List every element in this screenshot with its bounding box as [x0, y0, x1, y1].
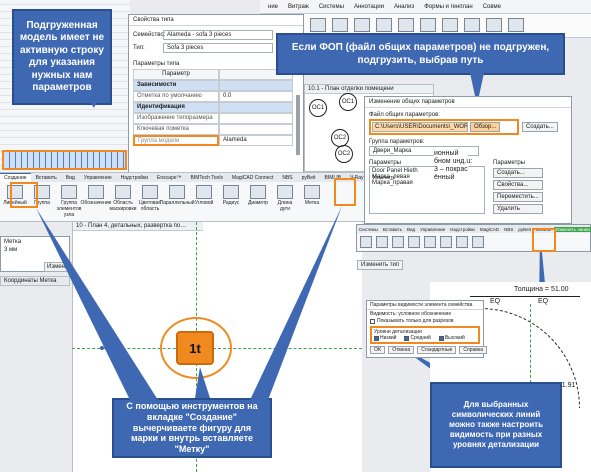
- ribbon2-tab[interactable]: NBS: [502, 227, 515, 232]
- coarse-label: Низкий: [380, 335, 397, 341]
- ribbon2-tab[interactable]: Управление: [418, 227, 447, 232]
- ribbon2-tab[interactable]: pyBeit: [516, 227, 533, 232]
- ok-button[interactable]: OK: [370, 346, 386, 354]
- callout-symbolic-lines-text: Для выбранных символических линий можно …: [449, 400, 543, 449]
- tool-icon[interactable]: [408, 236, 420, 248]
- thickness-label: Толщина = 51.00: [514, 286, 569, 293]
- fine-label: Высокий: [444, 335, 465, 341]
- tool-icon[interactable]: [376, 236, 388, 248]
- tool-icon[interactable]: [440, 236, 452, 248]
- visibility-title: Параметры видимости элемента семейства: [367, 301, 483, 310]
- ribbon2-tab[interactable]: Вставить: [381, 227, 404, 232]
- ribbon2-tab[interactable]: Надстройки: [448, 227, 477, 232]
- eq-label: EQ: [538, 298, 549, 305]
- visibility-tool-highlight: [532, 228, 556, 252]
- ribbon2-tab[interactable]: Вид: [405, 227, 417, 232]
- tool-icon[interactable]: [392, 236, 404, 248]
- cancel-button[interactable]: Отмена: [388, 346, 415, 354]
- ribbon2-tab[interactable]: Изменить линии: [553, 226, 591, 232]
- defaults-button[interactable]: Стандартные: [417, 346, 457, 354]
- arrow-to-label: [250, 206, 342, 400]
- modify-type-dropdown[interactable]: Изменить тип: [357, 260, 404, 270]
- checkbox-coarse[interactable]: [374, 335, 379, 341]
- tool-icon[interactable]: [456, 236, 468, 248]
- medium-label: Средний: [410, 335, 431, 341]
- eq-label: EQ: [490, 298, 501, 305]
- check-plan-label: Показывать только для разрезов: [377, 318, 454, 324]
- help-button[interactable]: Справка: [459, 346, 487, 354]
- ribbon2-tab[interactable]: Системы: [357, 227, 380, 232]
- ribbon2-tab[interactable]: MagiCAD: [478, 227, 501, 232]
- checkbox[interactable]: [370, 318, 375, 324]
- tool-icon[interactable]: [424, 236, 436, 248]
- checkbox-fine[interactable]: [438, 335, 444, 341]
- detail-levels-group: Уровни детализации Низкий Средний Высоки…: [370, 326, 480, 344]
- tool-icon[interactable]: [472, 236, 484, 248]
- arrow-to-linear: [36, 208, 158, 400]
- tool-icon[interactable]: [360, 236, 372, 248]
- checkbox-medium[interactable]: [404, 335, 410, 341]
- callout-symbolic-lines: Для выбранных символических линий можно …: [430, 382, 562, 468]
- visibility-show-label: Видимость: условное обозначение: [370, 311, 452, 317]
- visibility-dialog: Параметры видимости элемента семейства В…: [366, 300, 487, 358]
- arrow-to-tag: [195, 367, 210, 398]
- dim-line: [470, 296, 580, 297]
